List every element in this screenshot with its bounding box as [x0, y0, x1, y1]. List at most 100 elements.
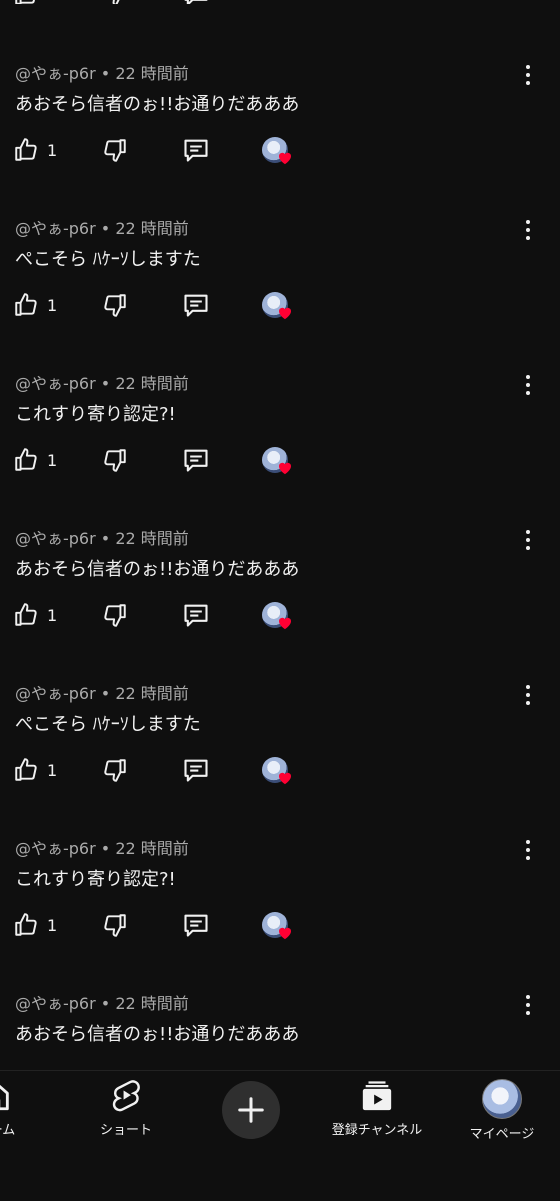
comment-meta: @やぁ-p6r • 22 時間前: [15, 994, 189, 1013]
like-count: 1: [47, 760, 58, 780]
comment-text: あおそら信者のぉ!!お通りだあああ: [15, 559, 300, 580]
nav-you[interactable]: マイページ: [460, 1079, 544, 1142]
reply-button[interactable]: [182, 134, 210, 166]
thumb-down-icon: [104, 294, 126, 317]
nav-subscriptions[interactable]: 登録チャンネル: [322, 1079, 432, 1138]
dislike-button[interactable]: [102, 599, 128, 631]
comment-item: @やぁ-p6r • 22 時間前 ぺこそら ﾊｹｰｿしますた 1: [0, 680, 560, 835]
creator-heart: [262, 289, 291, 321]
comment-meta: @やぁ-p6r • 22 時間前: [15, 529, 189, 548]
reply-icon: [184, 759, 208, 782]
more-options-button[interactable]: [518, 528, 538, 552]
comment-item: @やぁ-p6r • 22 時間前 あおそら信者のぉ!!お通りだあああ: [0, 990, 560, 1070]
like-button[interactable]: 1: [13, 444, 57, 476]
dislike-button[interactable]: [102, 444, 128, 476]
comment-text: これすり寄り認定?!: [15, 404, 176, 425]
nav-create[interactable]: [222, 1081, 280, 1139]
comment-item: @やぁ-p6r • 22 時間前 ぺこそら ﾊｹｰｿしますた 1: [0, 215, 560, 370]
creator-heart: [262, 909, 291, 941]
reply-icon: [184, 0, 208, 4]
nav-you-label: マイページ: [469, 1127, 535, 1142]
like-count: 1: [47, 450, 58, 470]
reply-button[interactable]: [182, 599, 210, 631]
comment-time: 22 時間前: [115, 374, 189, 393]
thumb-up-icon: [15, 448, 37, 471]
comment-author[interactable]: @やぁ-p6r: [15, 64, 96, 83]
comment-text: ぺこそら ﾊｹｰｿしますた: [15, 714, 201, 735]
thumb-down-icon: [104, 139, 126, 162]
creator-avatar: [262, 757, 291, 785]
comment-time: 22 時間前: [115, 64, 189, 83]
dislike-button[interactable]: [102, 289, 128, 321]
like-count: 1: [47, 140, 58, 160]
comment-time: 22 時間前: [115, 994, 189, 1013]
comment-author[interactable]: @やぁ-p6r: [15, 839, 96, 858]
reply-icon: [184, 449, 208, 472]
comment-item: @やぁ-p6r • 22 時間前 あおそら信者のぉ!!お通りだあああ 1: [0, 525, 560, 680]
like-button[interactable]: 1: [13, 599, 57, 631]
more-options-button[interactable]: [518, 63, 538, 87]
heart-icon: [279, 152, 291, 165]
more-options-button[interactable]: [518, 218, 538, 242]
nav-shorts[interactable]: ショート: [88, 1079, 164, 1138]
create-button[interactable]: [222, 1081, 280, 1139]
thumb-down-icon: [104, 449, 126, 472]
comment-meta: @やぁ-p6r • 22 時間前: [15, 684, 189, 703]
comment-feed: @やぁ-p6r • 22 時間前 あおそら信者のぉ!!お通りだあああ 1 @やぁ…: [0, 0, 560, 1070]
comment-author[interactable]: @やぁ-p6r: [15, 374, 96, 393]
heart-icon: [279, 462, 291, 475]
like-count: 1: [47, 605, 58, 625]
reply-button[interactable]: [182, 289, 210, 321]
comment-meta: @やぁ-p6r • 22 時間前: [15, 219, 189, 238]
more-options-button[interactable]: [518, 683, 538, 707]
thumb-down-icon: [104, 759, 126, 782]
creator-heart: [262, 134, 291, 166]
thumb-up-icon: [15, 138, 37, 161]
heart-icon: [279, 307, 291, 320]
dislike-button[interactable]: [102, 909, 128, 941]
thumb-up-icon: [15, 293, 37, 316]
reply-button[interactable]: [182, 909, 210, 941]
shorts-icon: [112, 1080, 140, 1112]
thumb-up-icon: [15, 0, 35, 4]
comment-text: あおそら信者のぉ!!お通りだあああ: [15, 1024, 300, 1045]
like-count: 1: [47, 295, 58, 315]
creator-avatar: [262, 292, 291, 320]
creator-heart: [262, 444, 291, 476]
more-options-button[interactable]: [518, 373, 538, 397]
like-button[interactable]: 1: [13, 289, 57, 321]
comment-meta: @やぁ-p6r • 22 時間前: [15, 839, 189, 858]
more-options-button[interactable]: [518, 838, 538, 862]
comment-meta: @やぁ-p6r • 22 時間前: [15, 374, 189, 393]
nav-home[interactable]: ホーム: [0, 1079, 40, 1138]
clipped-actions-row: [0, 0, 560, 4]
add-icon: [238, 1097, 264, 1123]
heart-icon: [279, 772, 291, 785]
creator-avatar: [262, 447, 291, 475]
thumb-up-icon: [15, 758, 37, 781]
creator-heart: [262, 599, 291, 631]
like-button[interactable]: 1: [13, 909, 57, 941]
like-button[interactable]: 1: [13, 134, 57, 166]
more-options-button[interactable]: [518, 993, 538, 1017]
comment-author[interactable]: @やぁ-p6r: [15, 684, 96, 703]
reply-icon: [184, 139, 208, 162]
thumb-up-icon: [15, 603, 37, 626]
reply-icon: [184, 604, 208, 627]
comment-author[interactable]: @やぁ-p6r: [15, 219, 96, 238]
reply-button[interactable]: [182, 0, 210, 4]
comment-item: @やぁ-p6r • 22 時間前 これすり寄り認定?! 1: [0, 370, 560, 525]
reply-button[interactable]: [182, 754, 210, 786]
comment-author[interactable]: @やぁ-p6r: [15, 994, 96, 1013]
reply-button[interactable]: [182, 444, 210, 476]
comment-item: @やぁ-p6r • 22 時間前 これすり寄り認定?! 1: [0, 835, 560, 990]
dislike-button[interactable]: [102, 134, 128, 166]
like-button[interactable]: 1: [13, 754, 57, 786]
comment-text: ぺこそら ﾊｹｰｿしますた: [15, 249, 201, 270]
dislike-button[interactable]: [102, 0, 128, 4]
like-button[interactable]: [13, 0, 39, 4]
comment-author[interactable]: @やぁ-p6r: [15, 529, 96, 548]
thumb-up-icon: [15, 913, 37, 936]
nav-subscriptions-label: 登録チャンネル: [331, 1123, 423, 1138]
dislike-button[interactable]: [102, 754, 128, 786]
